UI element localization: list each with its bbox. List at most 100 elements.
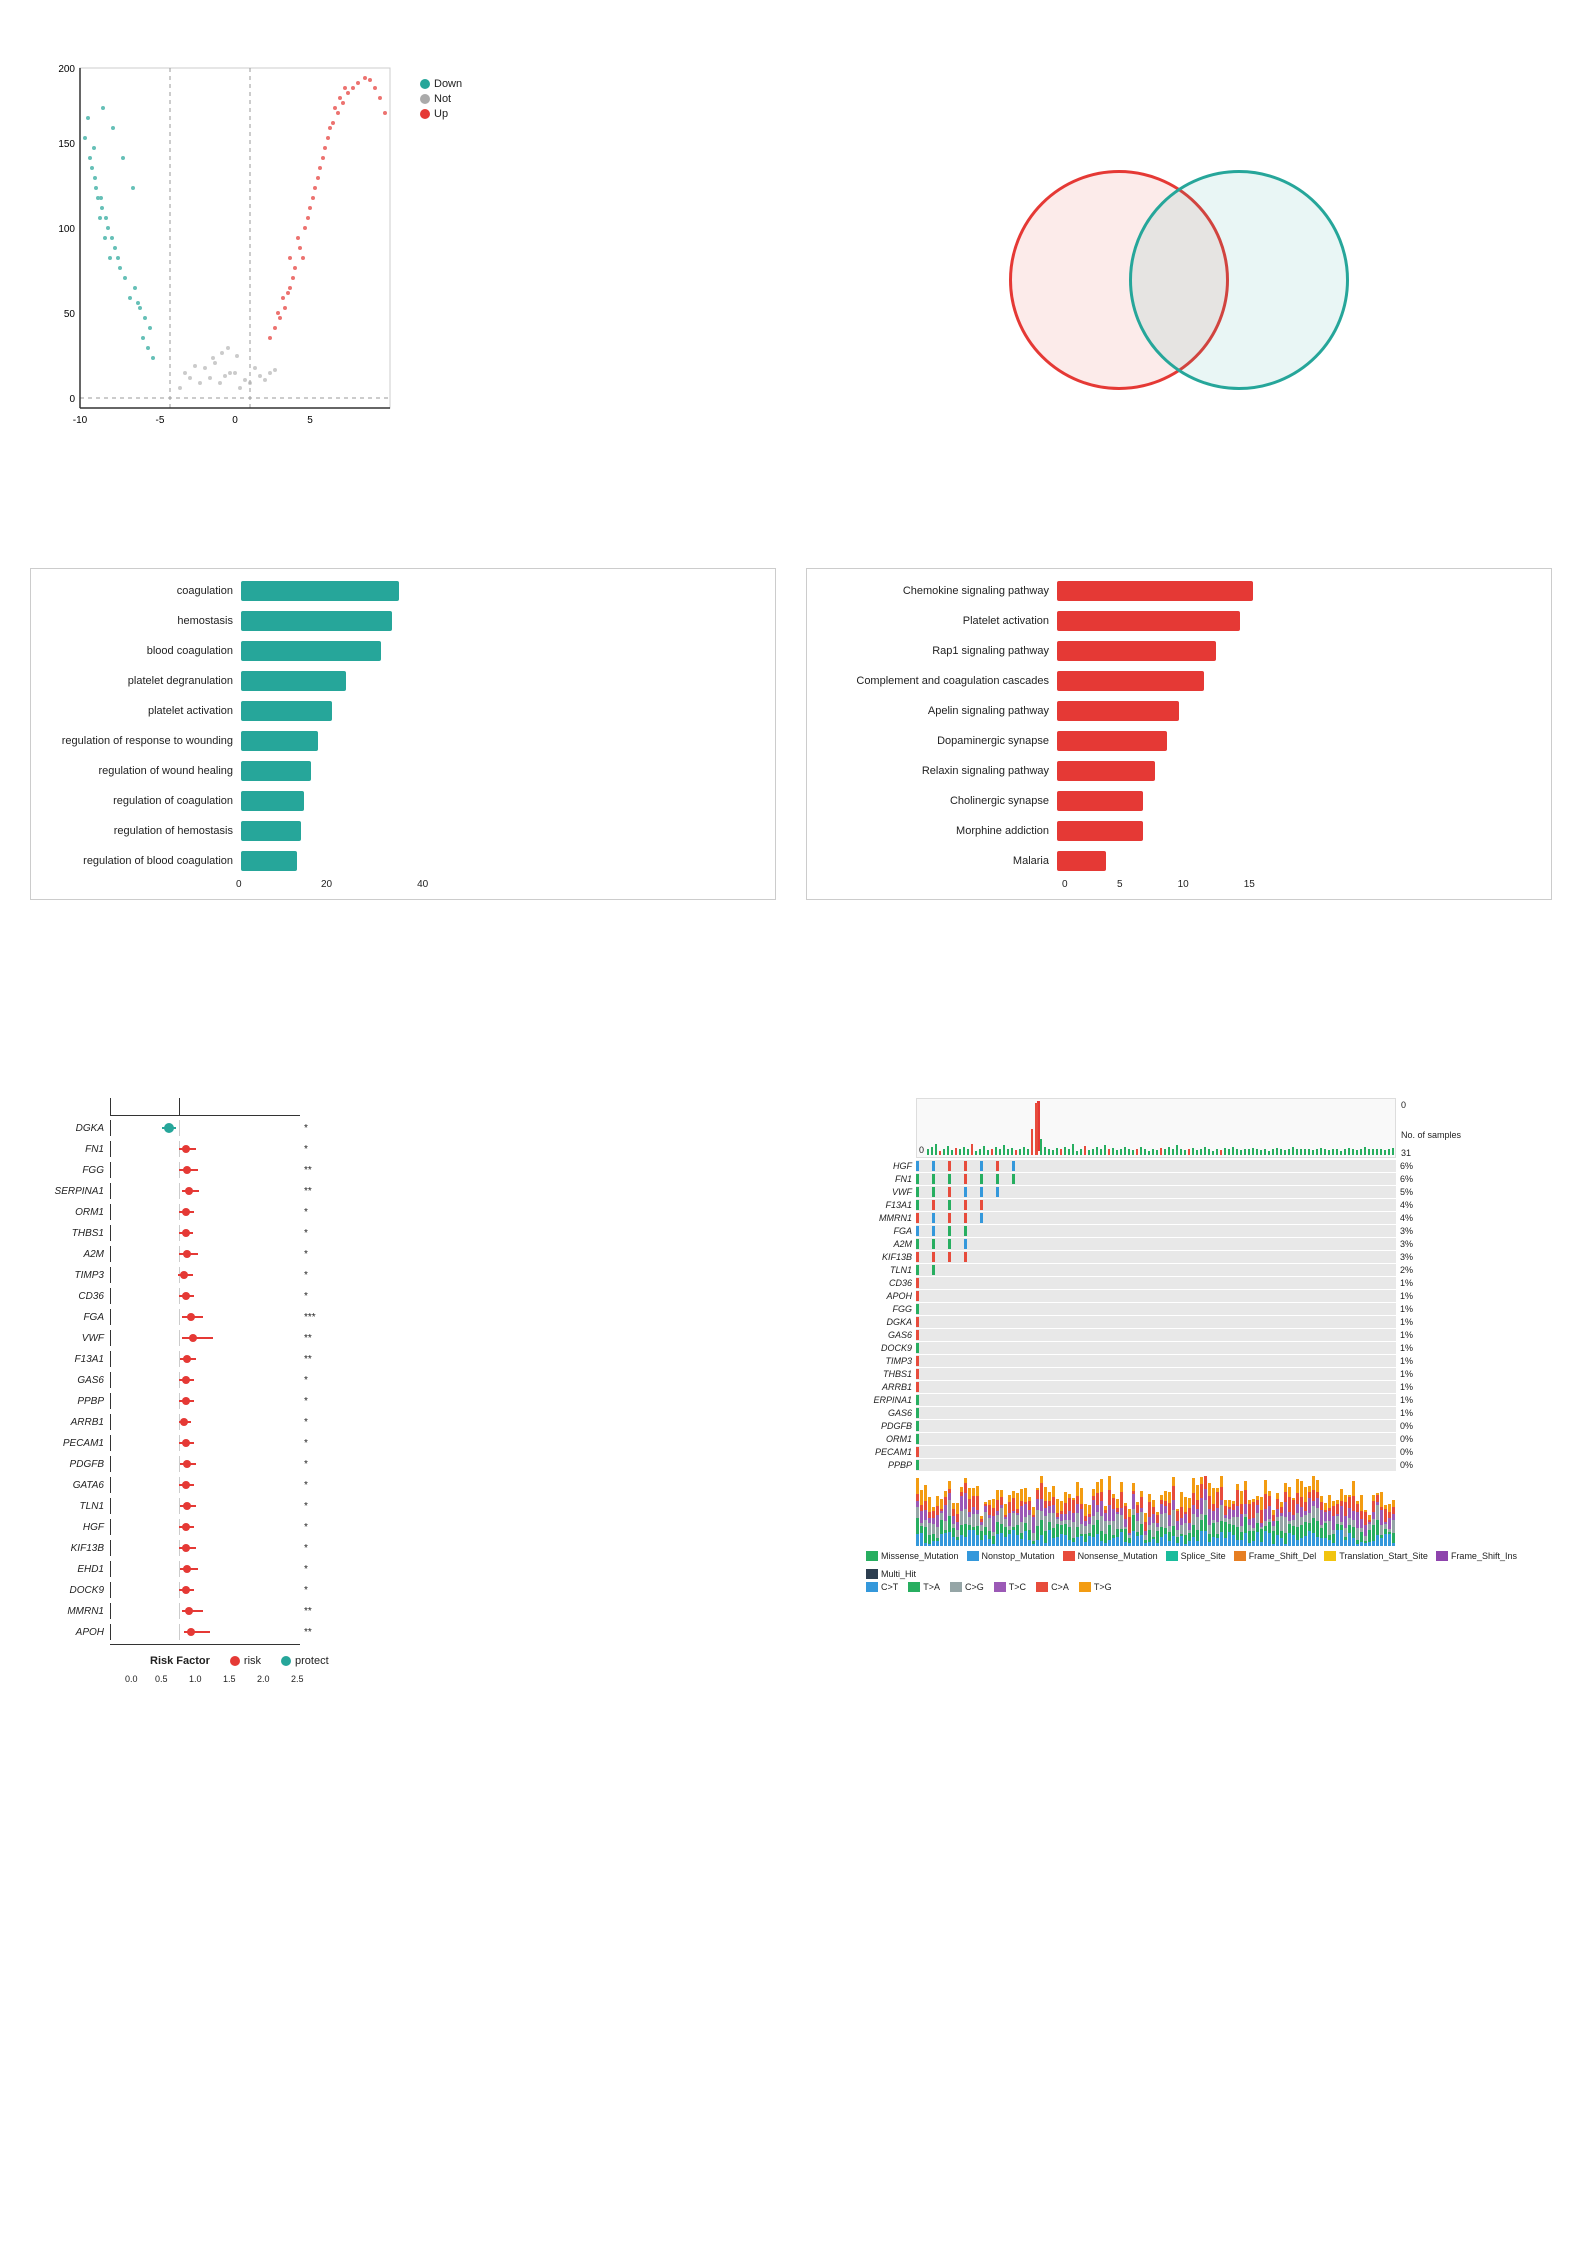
forest-row-4: ORM1 * [30, 1202, 776, 1222]
forest-star-13: * [304, 1396, 324, 1407]
forest-star-0: * [304, 1123, 324, 1134]
kegg-bar-fill-8 [1057, 821, 1143, 841]
onco-gene-label-4: MMRN1 [866, 1213, 916, 1223]
onco-row-8: TLN12% [866, 1264, 1552, 1276]
forest-gene-20: KIF13B [30, 1543, 110, 1554]
svg-text:200: 200 [58, 64, 75, 75]
onco-pct-20: 0% [1400, 1421, 1425, 1431]
go-bar-label-5: regulation of response to wounding [41, 735, 241, 747]
go-bar-5: regulation of response to wounding [41, 729, 765, 753]
onco-gene-label-1: FN1 [866, 1174, 916, 1184]
legend-not-label: Not [434, 93, 451, 105]
forest-row-12: GAS6 * [30, 1370, 776, 1390]
go-bar-fill-1 [241, 611, 392, 631]
kegg-bars-container: Chemokine signaling pathway Platelet act… [817, 579, 1541, 873]
svg-text:50: 50 [64, 309, 76, 320]
onco-gene-grid-19 [916, 1407, 1396, 1419]
kegg-bar-label-4: Apelin signaling pathway [817, 705, 1057, 717]
forest-plot: DGKA * FN1 * FGG ** SERPIN [30, 1098, 776, 1684]
onco-row-21: ORM10% [866, 1433, 1552, 1445]
kegg-bar-fill-1 [1057, 611, 1240, 631]
onco-gene-grid-12 [916, 1316, 1396, 1328]
onco-gene-grid-0 [916, 1160, 1396, 1172]
forest-star-21: * [304, 1564, 324, 1575]
kegg-bar-label-0: Chemokine signaling pathway [817, 585, 1057, 597]
forest-star-14: * [304, 1417, 324, 1428]
forest-row-9: FGA *** [30, 1307, 776, 1327]
forest-row-5: THBS1 * [30, 1223, 776, 1243]
forest-star-20: * [304, 1543, 324, 1554]
no-samples-label: 0 No. of samples 31 [1401, 1100, 1461, 1158]
forest-star-11: ** [304, 1354, 324, 1365]
kegg-bar-fill-6 [1057, 761, 1155, 781]
onco-gene-grid-15 [916, 1355, 1396, 1367]
onco-pct-13: 1% [1400, 1330, 1425, 1340]
go-bar-fill-9 [241, 851, 297, 871]
go-bar-chart: coagulation hemostasis blood coagulation… [30, 568, 776, 900]
forest-legend-protect: protect [281, 1655, 329, 1667]
forest-row-6: A2M * [30, 1244, 776, 1264]
onco-gene-label-9: CD36 [866, 1278, 916, 1288]
forest-row-2: FGG ** [30, 1160, 776, 1180]
kegg-bar-8: Morphine addiction [817, 819, 1541, 843]
forest-gene-2: FGG [30, 1165, 110, 1176]
snv-svg [916, 1476, 1396, 1546]
panel-a: 0 50 100 150 200 -10 -5 0 5 [20, 20, 786, 520]
forest-gene-18: TLN1 [30, 1501, 110, 1512]
onco-row-23: PPBP0% [866, 1459, 1552, 1471]
onco-gene-label-19: GAS6 [866, 1408, 916, 1418]
onco-gene-grid-21 [916, 1433, 1396, 1445]
forest-row-13: PPBP * [30, 1391, 776, 1411]
forest-x-axis-line [110, 1644, 300, 1645]
kegg-bar-label-6: Relaxin signaling pathway [817, 765, 1057, 777]
legend-up: Up [420, 108, 462, 120]
onco-gene-label-7: KIF13B [866, 1252, 916, 1262]
onco-gene-grid-9 [916, 1277, 1396, 1289]
forest-row-15: PECAM1 * [30, 1433, 776, 1453]
onco-pct-5: 3% [1400, 1226, 1425, 1236]
onco-pct-23: 0% [1400, 1460, 1425, 1470]
forest-gene-13: PPBP [30, 1396, 110, 1407]
go-bar-fill-2 [241, 641, 381, 661]
onco-gene-label-8: TLN1 [866, 1265, 916, 1275]
forest-row-0: DGKA * [30, 1118, 776, 1138]
onco-pct-14: 1% [1400, 1343, 1425, 1353]
forest-header [30, 1098, 776, 1116]
onco-pct-16: 1% [1400, 1369, 1425, 1379]
forest-star-19: * [304, 1522, 324, 1533]
onco-row-19: GAS6 1% [866, 1407, 1552, 1419]
onco-row-2: VWF5% [866, 1186, 1552, 1198]
go-bar-2: blood coagulation [41, 639, 765, 663]
go-bar-fill-3 [241, 671, 346, 691]
kegg-bar-label-8: Morphine addiction [817, 825, 1057, 837]
onco-gene-label-13: GAS6 [866, 1330, 916, 1340]
go-bar-7: regulation of coagulation [41, 789, 765, 813]
svg-text:150: 150 [58, 139, 75, 150]
go-bar-3: platelet degranulation [41, 669, 765, 693]
onco-gene-label-18: ERPINA1 [866, 1395, 916, 1405]
panel-f: 0 0 No. of samples 31 HGF6%FN16%VWF5%F13… [796, 1060, 1562, 1740]
kegg-bar-fill-5 [1057, 731, 1167, 751]
onco-gene-grid-17 [916, 1381, 1396, 1393]
kegg-bar-fill-2 [1057, 641, 1216, 661]
forest-star-2: ** [304, 1165, 324, 1176]
go-bars-container: coagulation hemostasis blood coagulation… [41, 579, 765, 873]
onco-gene-label-11: FGG [866, 1304, 916, 1314]
forest-star-8: * [304, 1291, 324, 1302]
onco-pct-19: 1% [1400, 1408, 1425, 1418]
onco-gene-label-5: FGA [866, 1226, 916, 1236]
forest-gene-5: THBS1 [30, 1228, 110, 1239]
onco-pct-2: 5% [1400, 1187, 1425, 1197]
forest-gene-15: PECAM1 [30, 1438, 110, 1449]
svg-text:-5: -5 [156, 415, 165, 426]
onco-pct-17: 1% [1400, 1382, 1425, 1392]
onco-gene-grid-1 [916, 1173, 1396, 1185]
kegg-bar-label-2: Rap1 signaling pathway [817, 645, 1057, 657]
go-bar-fill-5 [241, 731, 318, 751]
onco-row-13: GAS6 1% [866, 1329, 1552, 1341]
onco-row-11: FGG1% [866, 1303, 1552, 1315]
panel-e: DGKA * FN1 * FGG ** SERPIN [20, 1060, 786, 1740]
volcano-plot-svg: 0 50 100 150 200 -10 -5 0 5 [30, 58, 410, 458]
forest-row-1: FN1 * [30, 1139, 776, 1159]
forest-legend-risk: risk [230, 1655, 261, 1667]
